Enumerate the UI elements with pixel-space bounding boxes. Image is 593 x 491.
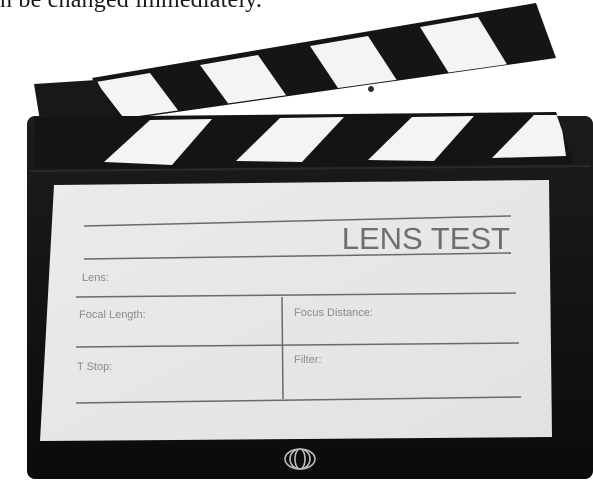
slate-screen: LENS TEST Lens: Focal Length: Focus Dist… [40,180,552,441]
clapperboard-photo: LENS TEST Lens: Focal Length: Focus Dist… [27,3,593,479]
arm-hinge-screw [368,86,374,92]
focal-length-label: Focal Length: [79,309,146,321]
focus-distance-label: Focus Distance: [294,307,373,319]
lens-label: Lens: [82,272,109,284]
lens-test-title: LENS TEST [342,221,510,256]
clapper-arm [34,3,556,121]
screen-divider [281,296,284,400]
filter-label: Filter: [294,354,322,366]
t-stop-label: T Stop: [77,361,112,373]
